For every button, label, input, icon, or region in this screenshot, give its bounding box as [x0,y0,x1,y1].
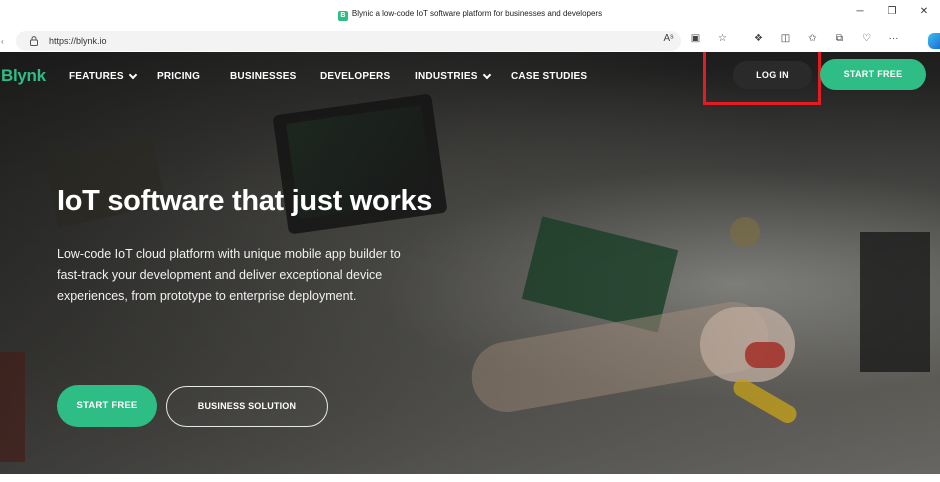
url-text[interactable]: https://blynk.io [49,36,107,46]
start-free-header-button[interactable]: START FREE [820,59,926,90]
lock-icon[interactable] [30,36,38,46]
nav-businesses[interactable]: BUSINESSES [230,71,296,82]
immersive-reader-icon[interactable]: ▣ [682,33,709,44]
address-bar-row: ‹ https://blynk.io Aˢ ▣ ☆ ❖ ◫ ✩ ⧉ ♡ ··· [0,30,940,52]
hero-section: Blynk FEATURES PRICING BUSINESSES DEVELO… [0,52,940,474]
chevron-down-icon [482,70,491,79]
nav-pricing-label: PRICING [157,71,201,82]
chevron-down-icon [128,70,137,79]
more-icon[interactable]: ··· [880,33,907,44]
nav-developers[interactable]: DEVELOPERS [320,71,390,82]
browser-title-bar: B Blynic a low-code IoT software platform… [0,0,940,30]
browser-toolbar: ❖ ◫ ✩ ⧉ ♡ ··· [745,33,907,44]
start-free-button[interactable]: START FREE [57,385,157,427]
favorites-icon[interactable]: ✩ [799,33,826,44]
nav-industries[interactable]: INDUSTRIES [415,70,491,82]
nav-case-studies[interactable]: CASE STUDIES [511,71,587,82]
window-controls: ─ ❐ ✕ [844,6,940,17]
favorite-star-icon[interactable]: ☆ [709,33,736,44]
hero-headline: IoT software that just works [57,185,433,217]
tab-title-text: Blynic a low-code IoT software platform … [351,9,603,18]
browser-essentials-icon[interactable]: ♡ [853,33,880,44]
login-highlight-box [703,52,821,105]
address-bar-actions: Aˢ ▣ ☆ [655,33,736,44]
restore-icon[interactable]: ❐ [876,6,908,17]
tab-title: B Blynic a low-code IoT software platform… [0,9,940,21]
hero-subtext: Low-code IoT cloud platform with unique … [57,247,401,303]
split-screen-icon[interactable]: ◫ [772,33,799,44]
address-bar[interactable]: https://blynk.io [16,31,681,51]
read-aloud-icon[interactable]: Aˢ [655,33,682,44]
business-solution-button[interactable]: BUSINESS SOLUTION [166,386,328,427]
nav-industries-label: INDUSTRIES [415,71,478,82]
nav-businesses-label: BUSINESSES [230,71,297,82]
minimize-icon[interactable]: ─ [844,6,876,17]
nav-pricing[interactable]: PRICING [157,71,200,82]
nav-case-studies-label: CASE STUDIES [511,71,588,82]
collections-icon[interactable]: ⧉ [826,33,853,44]
site-favicon-icon: B [337,11,348,21]
blynk-logo[interactable]: Blynk [1,66,46,86]
extensions-icon[interactable]: ❖ [745,33,772,44]
nav-developers-label: DEVELOPERS [320,71,391,82]
nav-features[interactable]: FEATURES [69,70,137,82]
close-icon[interactable]: ✕ [908,6,940,17]
copilot-icon[interactable] [928,33,940,49]
nav-features-label: FEATURES [69,71,124,82]
back-icon[interactable]: ‹ [1,37,4,46]
